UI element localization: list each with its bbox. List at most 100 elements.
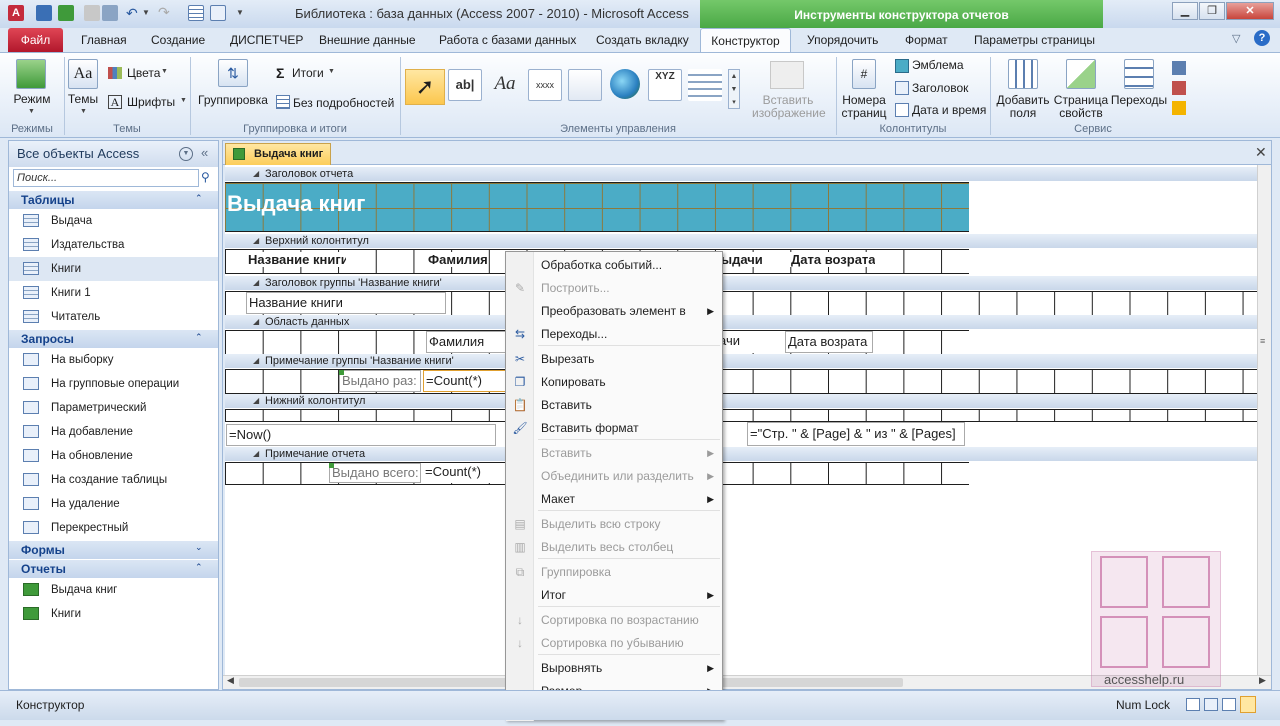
datetime-button[interactable]: Дата и время xyxy=(912,104,986,117)
collapse-ribbon-icon[interactable]: ▽ xyxy=(1232,32,1240,45)
title-button[interactable]: Заголовок xyxy=(912,82,968,95)
tab-dispatcher[interactable]: ДИСПЕТЧЕР xyxy=(222,28,311,52)
context-menu-item[interactable]: ❐ Копировать xyxy=(506,371,722,394)
fonts-dropdown-icon[interactable]: ▼ xyxy=(180,97,187,104)
customize-qat-icon[interactable]: ▼ xyxy=(236,8,244,17)
colors-dropdown-icon[interactable]: ▼ xyxy=(161,68,168,75)
context-menu-item[interactable]: Выровнять ▶ xyxy=(506,657,722,680)
field-issue-date[interactable]: ачи xyxy=(717,331,757,353)
nav-section-tables[interactable]: Таблицы xyxy=(9,191,218,209)
field-count-total[interactable]: =Count(*) xyxy=(423,463,513,483)
tab-file[interactable]: Файл xyxy=(8,28,63,52)
label-control-icon[interactable]: Aa xyxy=(488,69,522,101)
group-sort-button[interactable]: Группировка xyxy=(196,94,270,107)
tab-create-tab[interactable]: Создать вкладку xyxy=(588,28,697,52)
fonts-icon[interactable]: A xyxy=(108,95,122,109)
close-window-button[interactable]: ✕ xyxy=(1226,2,1274,20)
label-issue-date[interactable]: ыдачи xyxy=(719,252,763,267)
field-page-numbers[interactable]: ="Стр. " & [Page] & " из " & [Pages] xyxy=(747,422,965,446)
property-sheet-icon[interactable] xyxy=(1066,59,1096,89)
page-numbers-button[interactable]: Номера страниц xyxy=(840,94,888,120)
logo-icon[interactable] xyxy=(895,59,909,73)
tab-arrange[interactable]: Упорядочить xyxy=(799,28,886,52)
datetime-icon[interactable] xyxy=(895,103,909,117)
nav-table-item[interactable]: Книги 1 xyxy=(9,281,218,305)
colors-icon[interactable] xyxy=(108,67,122,79)
context-menu-item[interactable]: ✂ Вырезать xyxy=(506,348,722,371)
label-surname[interactable]: Фамилия xyxy=(426,252,488,267)
context-menu-item[interactable]: Итог ▶ xyxy=(506,584,722,607)
nav-menu-chevron-icon[interactable]: ▼ xyxy=(179,147,193,161)
minimize-button[interactable]: ▁ xyxy=(1172,2,1198,20)
expand-section-icon[interactable]: ⌄ xyxy=(195,542,203,553)
band-group-footer[interactable]: Примечание группы 'Название книги' xyxy=(225,354,1257,368)
property-sheet-button[interactable]: Страница свойств xyxy=(1052,94,1110,120)
context-menu-item[interactable]: Макет ▶ xyxy=(506,488,722,511)
view-code-icon[interactable] xyxy=(1172,61,1186,75)
tab-order-button[interactable]: Переходы xyxy=(1110,94,1168,107)
context-menu-item[interactable]: Обработка событий... xyxy=(506,254,722,277)
quick-access-icon[interactable] xyxy=(58,5,74,21)
totals-button[interactable]: Итоги xyxy=(292,67,324,80)
page-numbers-icon[interactable]: # xyxy=(852,59,876,89)
context-menu-item[interactable]: 🖌 Вставить формат xyxy=(506,417,722,440)
band-page-footer[interactable]: Нижний колонтитул xyxy=(225,394,1257,408)
nav-table-item[interactable]: Книги xyxy=(9,257,218,281)
print-preview-icon[interactable] xyxy=(1204,698,1218,711)
help-icon[interactable]: ? xyxy=(1254,30,1270,46)
context-menu-item[interactable]: ⇆ Переходы... xyxy=(506,323,722,346)
nav-query-item[interactable]: Параметрический xyxy=(9,396,218,420)
controls-scroll-icon[interactable]: ▲ ▼ ▾ xyxy=(728,69,740,109)
nav-query-item[interactable]: Перекрестный xyxy=(9,516,218,540)
scroll-left-icon[interactable]: ◀ xyxy=(227,675,234,686)
close-document-icon[interactable]: ✕ xyxy=(1255,144,1267,161)
tab-control-icon[interactable] xyxy=(568,69,602,101)
band-report-footer[interactable]: Примечание отчета xyxy=(225,447,1257,461)
design-view-icon[interactable] xyxy=(1240,696,1256,713)
totals-icon[interactable]: Σ xyxy=(276,65,284,81)
nav-section-reports[interactable]: Отчеты xyxy=(9,560,218,578)
search-icon[interactable]: ⚲ xyxy=(201,170,210,184)
context-menu-item[interactable]: 📋 Вставить xyxy=(506,394,722,417)
nav-query-item[interactable]: На добавление xyxy=(9,420,218,444)
context-menu-item[interactable]: Преобразовать элемент в ▶ xyxy=(506,300,722,323)
chevron-down-icon[interactable]: ▼ xyxy=(142,8,150,17)
textbox-control-icon[interactable]: ab| xyxy=(448,69,482,101)
access-logo-icon[interactable]: A xyxy=(8,5,24,21)
selection-handle[interactable] xyxy=(329,463,334,468)
themes-button[interactable]: Темы xyxy=(66,93,100,106)
add-fields-button[interactable]: Добавить поля xyxy=(994,94,1052,120)
nav-table-item[interactable]: Читатель xyxy=(9,305,218,329)
label-return-date[interactable]: Дата возрата xyxy=(789,252,875,267)
label-issued-count[interactable]: Выдано раз: xyxy=(339,370,421,392)
nav-query-item[interactable]: На обновление xyxy=(9,444,218,468)
field-now[interactable]: =Now() xyxy=(226,424,496,446)
tab-design[interactable]: Конструктор xyxy=(700,28,791,52)
totals-dropdown-icon[interactable]: ▼ xyxy=(328,68,335,75)
field-count-group[interactable]: =Count(*) xyxy=(423,370,513,392)
report-title[interactable]: Выдача книг xyxy=(227,191,365,217)
hide-details-button[interactable]: Без подробностей xyxy=(293,97,394,110)
hyperlink-control-icon[interactable] xyxy=(610,69,640,99)
scroll-right-icon[interactable]: ▶ xyxy=(1259,675,1266,686)
tab-external-data[interactable]: Внешние данные xyxy=(311,28,424,52)
tab-home[interactable]: Главная xyxy=(73,28,135,52)
collapse-section-icon[interactable]: ⌃ xyxy=(195,562,203,573)
spelling-icon[interactable] xyxy=(102,5,118,21)
title-icon[interactable] xyxy=(895,81,909,95)
tab-order-icon[interactable] xyxy=(1124,59,1154,89)
nav-query-item[interactable]: На выборку xyxy=(9,348,218,372)
collapse-section-icon[interactable]: ⌃ xyxy=(195,332,203,343)
datasheet-icon[interactable] xyxy=(188,5,204,21)
nav-section-forms[interactable]: Формы xyxy=(9,541,218,559)
nav-search-input[interactable]: Поиск... xyxy=(13,169,199,187)
nav-query-item[interactable]: На групповые операции xyxy=(9,372,218,396)
band-group-header[interactable]: Заголовок группы 'Название книги' xyxy=(225,276,1257,290)
nav-table-item[interactable]: Издательства xyxy=(9,233,218,257)
macro-icon[interactable] xyxy=(1172,81,1186,95)
tab-database-tools[interactable]: Работа с базами данных xyxy=(431,28,584,52)
themes-dropdown-icon[interactable]: ▼ xyxy=(80,108,87,115)
tab-page-setup[interactable]: Параметры страницы xyxy=(966,28,1103,52)
band-detail[interactable]: Область данных xyxy=(225,315,1257,329)
nav-query-item[interactable]: На создание таблицы xyxy=(9,468,218,492)
